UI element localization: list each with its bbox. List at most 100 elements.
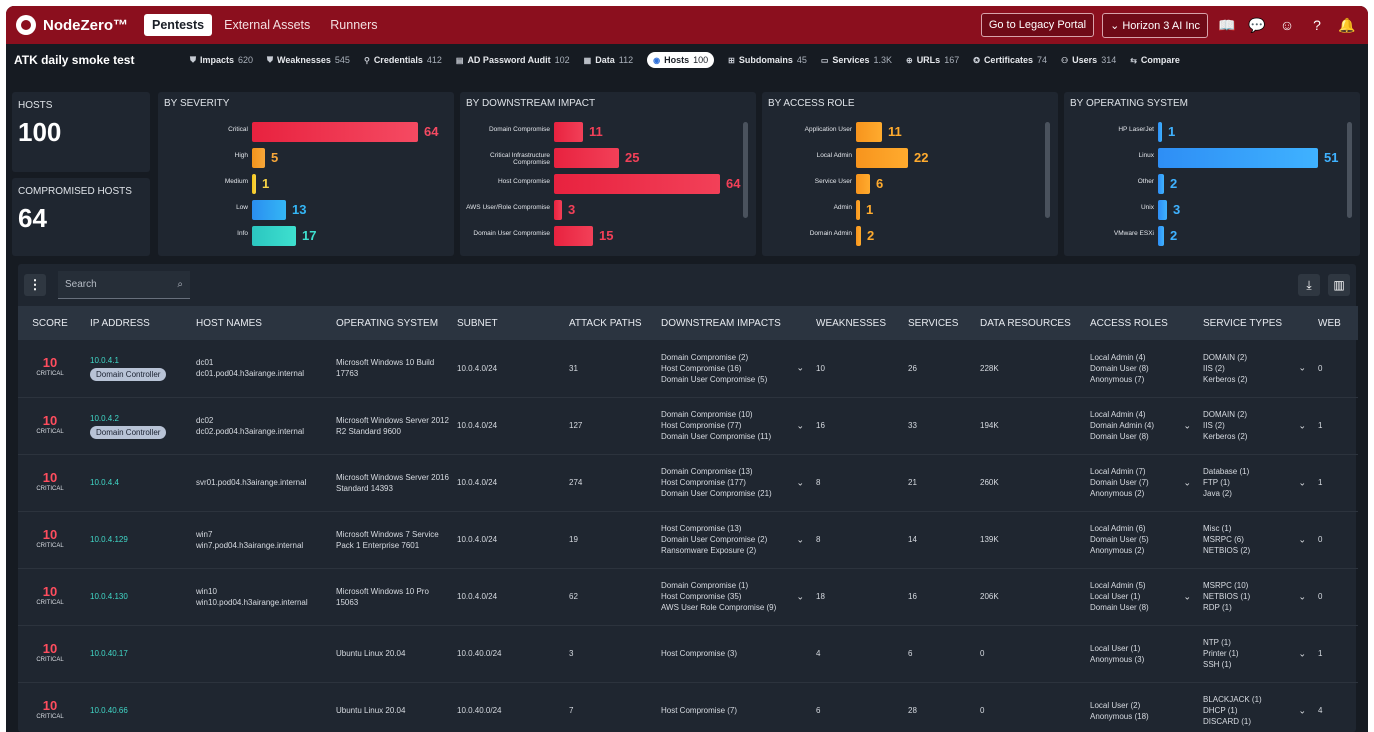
chevron-down-icon[interactable]: ⌄ [796, 477, 804, 488]
bar[interactable] [252, 148, 265, 168]
tab-urls[interactable]: ⊕ URLs 167 [906, 55, 959, 65]
org-selector[interactable]: ⌄ Horizon 3 AI Inc [1102, 12, 1208, 38]
table-row[interactable]: 10 CRITICAL 10.0.4.130 win10 win10.pod04.h3a… [18, 568, 1358, 626]
bar-row[interactable]: Local Admin 22 [762, 148, 1058, 168]
bar-row[interactable]: Other 2 [1064, 174, 1360, 194]
ip-link[interactable]: 10.0.4.130 [90, 591, 188, 602]
bar[interactable] [252, 122, 418, 142]
tab-hosts[interactable]: ◉ Hosts 100 [647, 52, 715, 68]
column-header[interactable]: SUBNET [449, 306, 561, 340]
bar[interactable] [554, 200, 562, 220]
table-row[interactable]: 10 CRITICAL 10.0.4.4 svr01.pod04.h3airange.… [18, 454, 1358, 512]
bar-row[interactable]: Admin 1 [762, 200, 1058, 220]
bar[interactable] [554, 174, 720, 194]
table-row[interactable]: 10 CRITICAL 10.0.40.17 Ubuntu Linux 20.04 10… [18, 625, 1358, 683]
legacy-portal-button[interactable]: Go to Legacy Portal [980, 13, 1095, 37]
more-options-icon[interactable]: ⋮ [24, 274, 46, 296]
bar[interactable] [1158, 226, 1164, 246]
help-icon[interactable]: ? [1306, 17, 1328, 33]
ip-link[interactable]: 10.0.4.4 [90, 477, 188, 488]
chevron-down-icon[interactable]: ⌄ [1183, 420, 1191, 431]
chevron-down-icon[interactable]: ⌄ [796, 363, 804, 374]
bar[interactable] [252, 226, 296, 246]
tab-data[interactable]: ▦ Data 112 [584, 55, 633, 65]
ip-link[interactable]: 10.0.4.2 [90, 413, 188, 424]
bar-row[interactable]: Service User 6 [762, 174, 1058, 194]
tab-certificates[interactable]: ✪ Certificates 74 [973, 55, 1047, 65]
bar-row[interactable]: Unix 3 [1064, 200, 1360, 220]
tab-services[interactable]: ▭ Services 1.3K [821, 55, 892, 65]
bar-row[interactable]: Domain User Compromise 15 [460, 226, 756, 246]
search-input[interactable]: Search ⌕ [58, 271, 190, 299]
bar-row[interactable]: Critical 64 [158, 122, 454, 142]
chat-icon[interactable]: 💬 [1246, 17, 1268, 34]
bar-row[interactable]: HP LaserJet 1 [1064, 122, 1360, 142]
column-header[interactable]: WEB [1310, 306, 1358, 340]
column-header[interactable]: OPERATING SYSTEM [328, 306, 449, 340]
table-row[interactable]: 10 CRITICAL 10.0.4.1 Domain Controller dc01 d… [18, 340, 1358, 398]
column-header[interactable]: DATA RESOURCES [972, 306, 1082, 340]
bar-row[interactable]: Domain Compromise 11 [460, 122, 756, 142]
table-row[interactable]: 10 CRITICAL 10.0.40.66 Ubuntu Linux 20.04 10… [18, 682, 1358, 732]
support-icon[interactable]: ☺ [1276, 17, 1298, 33]
chevron-down-icon[interactable]: ⌄ [1298, 363, 1306, 374]
bar[interactable] [1158, 174, 1164, 194]
tab-impacts[interactable]: ⛊ Impacts 620 [190, 55, 253, 65]
tab-compare[interactable]: ⇆ Compare [1130, 55, 1180, 65]
chevron-down-icon[interactable]: ⌄ [796, 534, 804, 545]
chevron-down-icon[interactable]: ⌄ [1298, 534, 1306, 545]
chevron-down-icon[interactable]: ⌄ [796, 591, 804, 602]
table-row[interactable]: 10 CRITICAL 10.0.4.129 win7 win7.pod04.h3air… [18, 511, 1358, 569]
bar[interactable] [1158, 200, 1167, 220]
bar-row[interactable]: VMware ESXi 2 [1064, 226, 1360, 246]
bar-row[interactable]: Domain Admin 2 [762, 226, 1058, 246]
bar[interactable] [856, 200, 860, 220]
tab-credentials[interactable]: ⚲ Credentials 412 [364, 55, 442, 65]
bar[interactable] [252, 200, 286, 220]
book-icon[interactable]: 📖 [1216, 17, 1238, 34]
bar[interactable] [856, 122, 882, 142]
chevron-down-icon[interactable]: ⌄ [1298, 591, 1306, 602]
bar[interactable] [856, 174, 870, 194]
column-header[interactable]: HOST NAMES [188, 306, 328, 340]
bar-row[interactable]: High 5 [158, 148, 454, 168]
chevron-down-icon[interactable]: ⌄ [796, 420, 804, 431]
logo[interactable]: NodeZero™ [16, 15, 128, 35]
ip-link[interactable]: 10.0.4.1 [90, 355, 188, 366]
column-header[interactable]: IP ADDRESS [82, 306, 188, 340]
columns-icon[interactable]: ▥ [1328, 274, 1350, 296]
chevron-down-icon[interactable]: ⌄ [1183, 477, 1191, 488]
column-header[interactable]: SCORE [18, 306, 82, 340]
download-icon[interactable]: ⤓ [1298, 274, 1320, 296]
column-header[interactable]: ACCESS ROLES [1082, 306, 1195, 340]
nav-runners[interactable]: Runners [322, 14, 385, 36]
tab-weaknesses[interactable]: ⛊ Weaknesses 545 [267, 55, 350, 65]
chevron-down-icon[interactable]: ⌄ [1298, 420, 1306, 431]
nav-pentests[interactable]: Pentests [144, 14, 213, 36]
column-header[interactable]: DOWNSTREAM IMPACTS [653, 306, 808, 340]
tab-subdomains[interactable]: ⊞ Subdomains 45 [728, 55, 807, 65]
bar[interactable] [554, 226, 593, 246]
table-row[interactable]: 10 CRITICAL 10.0.4.2 Domain Controller dc02 d… [18, 397, 1358, 455]
bar[interactable] [554, 122, 583, 142]
bar-row[interactable]: AWS User/Role Compromise 3 [460, 200, 756, 220]
chevron-down-icon[interactable]: ⌄ [1298, 648, 1306, 659]
notification-bell-icon[interactable]: 🔔 [1336, 17, 1358, 34]
chevron-down-icon[interactable]: ⌄ [1298, 705, 1306, 716]
bar-row[interactable]: Linux 51 [1064, 148, 1360, 168]
nav-external-assets[interactable]: External Assets [216, 14, 318, 36]
bar-row[interactable]: Medium 1 [158, 174, 454, 194]
chevron-down-icon[interactable]: ⌄ [1298, 477, 1306, 488]
bar[interactable] [554, 148, 619, 168]
column-header[interactable]: SERVICES [900, 306, 972, 340]
bar-row[interactable]: Critical Infrastructure Compromise 25 [460, 148, 756, 168]
ip-link[interactable]: 10.0.40.17 [90, 648, 188, 659]
tab-ad-password-audit[interactable]: ▤ AD Password Audit 102 [456, 55, 570, 65]
bar-row[interactable]: Info 17 [158, 226, 454, 246]
bar-row[interactable]: Host Compromise 64 [460, 174, 756, 194]
column-header[interactable]: ATTACK PATHS [561, 306, 653, 340]
ip-link[interactable]: 10.0.4.129 [90, 534, 188, 545]
bar[interactable] [1158, 148, 1318, 168]
bar[interactable] [856, 148, 908, 168]
column-header[interactable]: SERVICE TYPES [1195, 306, 1310, 340]
